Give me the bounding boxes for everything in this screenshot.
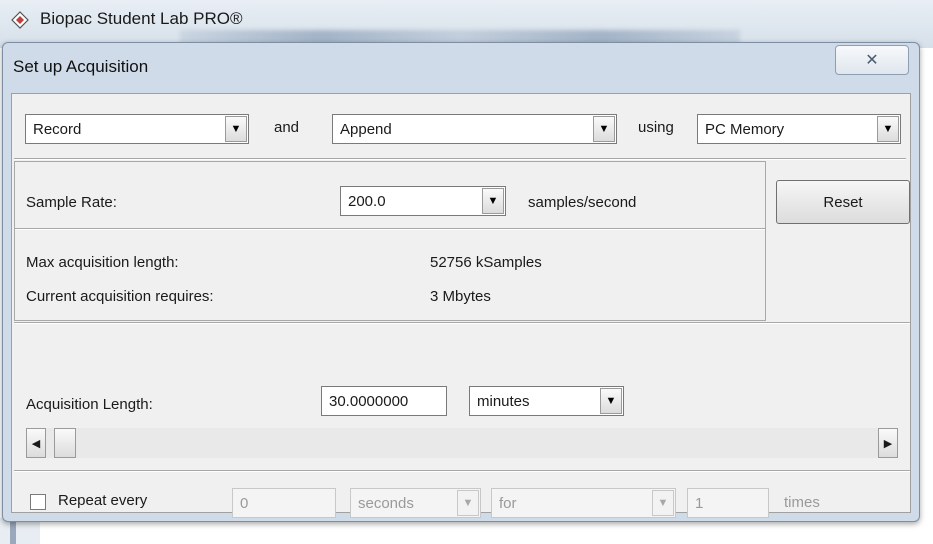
storage-select[interactable]: PC Memory ▼ <box>697 114 901 144</box>
chevron-down-icon[interactable]: ▼ <box>600 388 622 414</box>
sample-rate-unit: samples/second <box>528 194 637 211</box>
reset-button[interactable]: Reset <box>776 180 910 224</box>
repeat-unit-select[interactable]: seconds ▼ <box>350 488 481 518</box>
app-icon <box>11 11 29 29</box>
chevron-down-icon[interactable]: ▼ <box>482 188 504 214</box>
sample-rate-value: 200.0 <box>348 192 386 210</box>
repeat-interval-input[interactable]: 0 <box>232 488 336 518</box>
separator <box>14 158 906 160</box>
append-mode-value: Append <box>340 120 392 138</box>
acquisition-length-scrollbar[interactable]: ◀ ▶ <box>26 428 898 458</box>
arrow-right-icon: ▶ <box>883 437 893 450</box>
acquisition-length-value: 30.0000000 <box>329 392 409 410</box>
repeat-unit-value: seconds <box>358 494 414 512</box>
chevron-down-icon[interactable]: ▼ <box>457 490 479 516</box>
storage-value: PC Memory <box>705 120 785 138</box>
scroll-left-button[interactable]: ◀ <box>26 428 46 458</box>
setup-acquisition-dialog: Set up Acquisition ✕ Record ▼ and Append… <box>2 42 920 522</box>
record-mode-value: Record <box>33 120 82 138</box>
repeat-count-input[interactable]: 1 <box>687 488 769 518</box>
separator <box>14 470 910 472</box>
max-length-label: Max acquisition length: <box>26 254 179 271</box>
separator <box>15 228 765 230</box>
dialog-client-area: Record ▼ and Append ▼ using PC Memory ▼ … <box>11 93 911 518</box>
record-mode-select[interactable]: Record ▼ <box>25 114 249 144</box>
chevron-down-icon[interactable]: ▼ <box>652 490 674 516</box>
repeat-label: Repeat every <box>58 492 148 509</box>
app-title: Biopac Student Lab PRO® <box>40 9 243 28</box>
repeat-for-value: for <box>499 494 517 512</box>
max-length-value: 52756 kSamples <box>430 254 542 271</box>
chevron-down-icon[interactable]: ▼ <box>877 116 899 142</box>
chevron-down-icon[interactable]: ▼ <box>593 116 615 142</box>
scroll-right-button[interactable]: ▶ <box>878 428 898 458</box>
required-value: 3 Mbytes <box>430 288 491 305</box>
repeat-interval-value: 0 <box>240 494 249 512</box>
close-button[interactable]: ✕ <box>835 45 909 75</box>
reset-button-label: Reset <box>823 193 863 211</box>
separator <box>14 322 910 324</box>
using-label: using <box>638 119 674 136</box>
close-icon: ✕ <box>865 52 879 69</box>
times-label: times <box>784 494 820 511</box>
acquisition-length-label: Acquisition Length: <box>26 396 153 413</box>
dialog-title: Set up Acquisition <box>13 57 149 76</box>
repeat-count-value: 1 <box>695 494 704 512</box>
length-unit-select[interactable]: minutes ▼ <box>469 386 624 416</box>
sample-rate-label: Sample Rate: <box>26 194 117 211</box>
background-scrollbar <box>10 520 16 544</box>
chevron-down-icon[interactable]: ▼ <box>225 116 247 142</box>
length-unit-value: minutes <box>477 392 530 410</box>
acquisition-length-input[interactable]: 30.0000000 <box>321 386 447 416</box>
required-label: Current acquisition requires: <box>26 288 214 305</box>
sample-rate-select[interactable]: 200.0 ▼ <box>340 186 506 216</box>
append-mode-select[interactable]: Append ▼ <box>332 114 617 144</box>
repeat-checkbox[interactable] <box>30 494 46 510</box>
arrow-left-icon: ◀ <box>31 437 41 450</box>
scroll-thumb[interactable] <box>54 428 76 458</box>
repeat-for-select[interactable]: for ▼ <box>491 488 676 518</box>
and-label: and <box>274 119 300 136</box>
